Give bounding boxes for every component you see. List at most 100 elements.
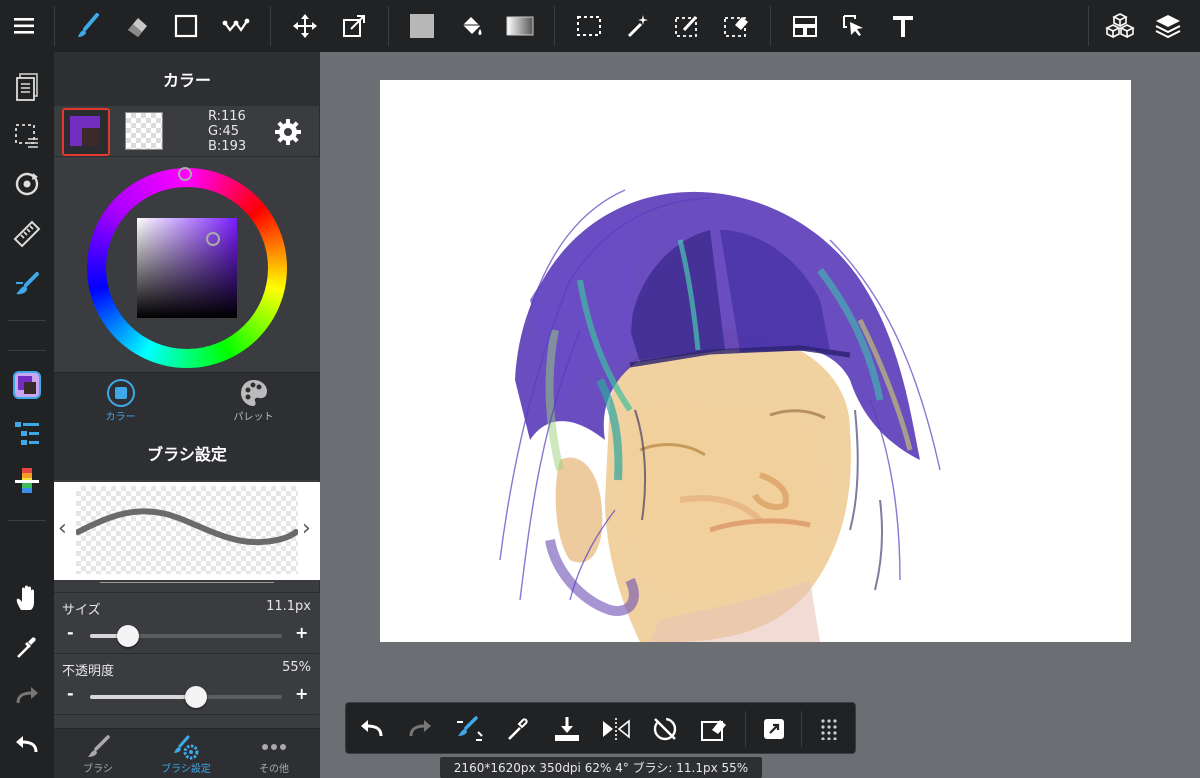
move-icon[interactable] [287, 8, 323, 44]
more-icon [262, 743, 286, 750]
export-icon[interactable] [754, 709, 794, 749]
brush-panel-title: ブラシ設定 [54, 426, 320, 480]
divider [801, 711, 802, 747]
color-tabs: カラー パレット [54, 372, 320, 426]
rectangle-icon[interactable] [168, 8, 204, 44]
ruler-icon[interactable] [7, 214, 47, 254]
drawing-canvas[interactable] [380, 80, 1131, 642]
transparent-color-swatch[interactable] [125, 112, 163, 150]
brush-tab-icon [88, 734, 110, 757]
rotate-icon[interactable] [7, 164, 47, 204]
divider [8, 350, 46, 351]
material-icon[interactable] [1102, 8, 1138, 44]
divider [745, 711, 746, 747]
select-pen-icon[interactable] [669, 8, 705, 44]
brush-preview: ‹ › [54, 482, 320, 580]
undo-icon[interactable] [7, 725, 47, 765]
frame-icon[interactable] [787, 8, 823, 44]
undo-icon[interactable] [352, 709, 392, 749]
status-bar: 2160*1620px 350dpi 62% 4° ブラシ: 11.1px 55… [440, 757, 762, 778]
brush-preview-canvas [76, 486, 298, 574]
size-slider-row: サイズ 11.1px - + [54, 592, 320, 652]
select-eraser-icon[interactable] [718, 8, 754, 44]
palette-bar-icon[interactable] [7, 462, 47, 502]
rotate-reset-icon[interactable] [645, 709, 685, 749]
tab-brush[interactable]: ブラシ [54, 729, 142, 778]
divider [270, 6, 271, 46]
hue-marker[interactable] [178, 167, 192, 181]
gear-icon[interactable] [274, 118, 302, 146]
tab-other-label: その他 [259, 763, 289, 775]
magic-wand-icon[interactable] [620, 8, 656, 44]
opacity-slider-row: 不透明度 55% - + [54, 653, 320, 713]
divider [8, 520, 46, 521]
bucket-icon[interactable] [453, 8, 489, 44]
color-tab-icon [106, 378, 135, 407]
eyedropper-icon[interactable] [7, 627, 47, 667]
opacity-label: 不透明度 [62, 664, 115, 679]
next-brush-icon[interactable]: › [302, 516, 311, 541]
brush-icon[interactable] [70, 8, 106, 44]
eraser-icon[interactable] [119, 8, 155, 44]
save-icon[interactable] [547, 709, 587, 749]
color-wheel-area [54, 156, 320, 372]
opacity-plus-button[interactable]: + [295, 684, 308, 703]
color-icon[interactable] [7, 365, 47, 405]
brush-snap-icon[interactable] [449, 709, 489, 749]
opacity-slider-knob[interactable] [184, 686, 207, 708]
size-label: サイズ [62, 603, 101, 618]
next-slider-row-partial [54, 714, 320, 728]
side-panel: カラー R:116 G:45 B:193 カラー パレット ブラシ設定 ‹ › … [54, 52, 320, 778]
opacity-slider[interactable] [90, 686, 282, 708]
text-icon[interactable] [885, 8, 921, 44]
size-value: 11.1px [266, 599, 311, 614]
divider [388, 6, 389, 46]
redo-icon[interactable] [400, 709, 440, 749]
brush-list-icon[interactable] [7, 413, 47, 453]
tab-palette[interactable]: パレット [187, 373, 320, 427]
layers-icon[interactable] [1150, 8, 1186, 44]
rgb-r: R:116 [208, 109, 246, 124]
brush-settings-tab-icon [174, 735, 199, 759]
pages-icon[interactable] [7, 67, 47, 107]
color-panel-title: カラー [54, 52, 320, 106]
tab-color[interactable]: カラー [54, 373, 187, 427]
tab-color-label: カラー [105, 411, 136, 423]
eyedropper-icon[interactable] [498, 709, 538, 749]
rgb-g: G:45 [208, 124, 239, 139]
divider [770, 6, 771, 46]
tab-palette-label: パレット [233, 411, 274, 423]
clear-icon[interactable] [694, 709, 734, 749]
fill-color-icon[interactable] [404, 8, 440, 44]
size-plus-button[interactable]: + [295, 623, 308, 642]
size-slider[interactable] [90, 625, 282, 647]
tab-brush-label: ブラシ [83, 763, 113, 775]
divider [1088, 6, 1089, 46]
redo-icon[interactable] [7, 676, 47, 716]
background-color [82, 128, 100, 146]
selection-layer-icon[interactable] [7, 115, 47, 155]
transform-icon[interactable] [336, 8, 372, 44]
hand-icon[interactable] [7, 578, 47, 618]
flip-icon[interactable] [596, 709, 636, 749]
sv-marker[interactable] [206, 232, 220, 246]
size-slider-knob[interactable] [117, 625, 140, 647]
top-toolbar [0, 0, 1200, 52]
menu-icon[interactable] [7, 8, 43, 44]
opacity-value: 55% [282, 660, 311, 675]
app-window: カラー R:116 G:45 B:193 カラー パレット ブラシ設定 ‹ › … [0, 0, 1200, 778]
rgb-readout: R:116 G:45 B:193 [208, 109, 246, 154]
tab-brush-settings[interactable]: ブラシ設定 [142, 729, 230, 778]
size-minus-button[interactable]: - [67, 623, 74, 642]
select-rect-icon[interactable] [571, 8, 607, 44]
main-color-swatch[interactable] [62, 108, 110, 156]
prev-brush-icon[interactable]: ‹ [58, 516, 67, 541]
opacity-minus-button[interactable]: - [67, 684, 74, 703]
gradient-icon[interactable] [502, 8, 538, 44]
operation-icon[interactable] [836, 8, 872, 44]
grid-icon[interactable] [809, 709, 849, 749]
tab-other[interactable]: その他 [230, 729, 318, 778]
correction-icon[interactable] [218, 8, 254, 44]
brush-tool-icon[interactable] [7, 264, 47, 304]
saturation-value-square[interactable] [137, 218, 237, 318]
